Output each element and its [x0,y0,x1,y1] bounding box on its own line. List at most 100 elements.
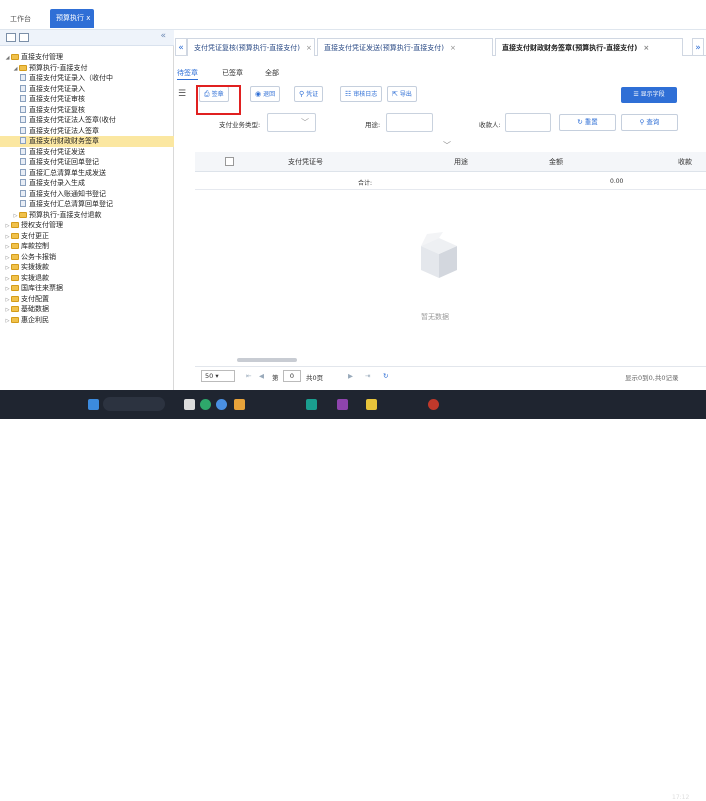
filter-bar: 支付业务类型: ﹀ 用途: 收款人: ↻ 重置 ⚲ 查询 [175,112,706,134]
sidebar-item[interactable]: 直接支付凭证回单登记 [0,157,174,168]
sidebar-item-label: 直接支付财政财务签章 [29,137,99,145]
audit-log-button[interactable]: ☷ 审核日志 [340,86,383,102]
sidebar-item[interactable]: ▷ 惠企利民 [0,315,174,326]
page-input[interactable]: 0 [283,370,301,382]
search-box[interactable] [103,397,165,411]
tab-scroll-right-icon[interactable]: » [692,38,704,56]
sidebar-item[interactable]: 直接支付凭证录入（收付中 [0,73,174,84]
app-icon[interactable] [428,399,439,410]
close-icon[interactable]: × [306,44,312,52]
page-label-post: 共0页 [306,374,324,382]
collapse-sidebar-icon[interactable]: « [160,31,166,41]
next-page-icon[interactable]: ▶ [348,372,353,380]
back-button[interactable]: ◉ 退回 [250,86,281,102]
page-icon [20,168,26,176]
collapse-all-icon[interactable] [19,33,29,42]
sidebar-item[interactable]: ▷ 支付更正 [0,231,174,242]
select-all-checkbox[interactable] [225,157,234,166]
status-tabs: 待签章 已签章 全部 [175,68,706,82]
close-icon[interactable]: × [643,44,649,52]
folder-icon[interactable] [234,399,245,410]
voucher-button[interactable]: ⚲ 凭证 [294,86,324,102]
sidebar-item[interactable]: ▷ 库款控制 [0,241,174,252]
reset-button[interactable]: ↻ 重置 [559,114,616,131]
pay-type-select[interactable]: ﹀ [267,113,316,132]
menu-toggle-icon[interactable]: ☰ [178,89,186,99]
app-icon[interactable] [306,399,317,410]
sidebar-item[interactable]: 直接支付凭证法人签章(收付 [0,115,174,126]
folder-icon [11,222,19,228]
sidebar-item[interactable]: 直接支付录入生成 [0,178,174,189]
tab-pending-sign[interactable]: 待签章 [177,68,198,80]
sidebar-item[interactable]: ▷ 实拨拨款 [0,262,174,273]
sidebar-item-label: 授权支付管理 [21,221,63,229]
tab-finance-sign[interactable]: 直接支付财政财务签章(预算执行-直接支付) × [495,38,683,56]
horizontal-scrollbar[interactable] [237,358,297,362]
sidebar-item[interactable]: 直接支付凭证审核 [0,94,174,105]
sidebar-item[interactable]: 直接支付凭证发送 [0,147,174,158]
pager: 50 ▾ ⇤ ◀ 第 0 共0页 ▶ ⇥ ↻ 显示0到0,共0记录 [195,366,706,384]
col-amount[interactable]: 金额 [549,157,563,167]
menu-tree: ◢ 直接支付管理 ◢ 预算执行-直接支付 直接支付凭证录入（收付中 直接支付凭证录入 直接支… [0,52,174,325]
collapsed-arrow-icon[interactable]: ▷ [4,316,11,327]
tab-voucher-send[interactable]: 直接支付凭证发送(预算执行-直接支付) × [317,38,493,56]
page-icon [20,200,26,207]
browser-icon[interactable] [200,399,211,410]
query-button[interactable]: ⚲ 查询 [621,114,678,131]
expand-all-icon[interactable] [6,33,16,42]
sidebar-item[interactable]: ▷ 实拨退款 [0,273,174,284]
sidebar-item-label: 直接支付凭证录入（收付中 [29,74,113,82]
tab-budget-exec[interactable]: 预算执行 x [50,9,94,28]
sidebar-item[interactable]: ◢ 预算执行-直接支付 [0,63,174,74]
close-icon[interactable]: x [86,14,90,22]
sidebar-item[interactable]: ▷ 公务卡报销 [0,252,174,263]
sidebar-item[interactable]: 直接支付凭证法人签章 [0,126,174,137]
col-voucher-no[interactable]: 支付凭证号 [288,157,323,167]
expand-filter-icon[interactable]: ﹀ [443,140,451,151]
export-button[interactable]: ⇱ 导出 [387,86,417,102]
app-icon[interactable] [337,399,348,410]
app-icon[interactable] [88,399,99,410]
sidebar-item-label: 支付配置 [21,294,49,303]
col-payee[interactable]: 收款 [678,157,692,167]
sidebar-item[interactable]: ▷ 支付配置 [0,294,174,305]
sidebar-item[interactable]: ▷ 基础数据 [0,304,174,315]
sidebar-item[interactable]: 直接汇总清算单生成发送 [0,168,174,179]
last-page-icon[interactable]: ⇥ [365,372,370,380]
sidebar-item[interactable]: ▷ 预算执行-直接支付退款 [0,210,174,221]
page-size-select[interactable]: 50 ▾ [201,370,235,382]
sidebar-item-label: 直接汇总清算单生成发送 [29,168,106,177]
refresh-icon[interactable]: ↻ [383,372,388,380]
file-icon[interactable] [184,399,195,410]
payee-input[interactable] [505,113,551,132]
close-icon[interactable]: × [450,44,456,52]
folder-icon [19,64,27,71]
tab-voucher-review[interactable]: 支付凭证复核(预算执行-直接支付) × [187,38,315,56]
tab-all[interactable]: 全部 [265,68,279,78]
sidebar-header: « [0,30,174,46]
browser-icon[interactable] [216,399,227,410]
tab-signed[interactable]: 已签章 [222,68,243,78]
sidebar-item[interactable]: 直接支付凭证复核 [0,105,174,116]
sidebar-item[interactable]: ▷ 授权支付管理 [0,220,174,231]
tab-workbench[interactable]: 工作台 [4,10,37,28]
voucher-button-label: 凭证 [306,91,319,98]
app-icon[interactable] [366,399,377,410]
sidebar-item[interactable]: 直接支付财政财务签章 [0,136,174,147]
sidebar-item[interactable]: ▷ 国库往来票据 [0,283,174,294]
sidebar-item[interactable]: 直接支付汇总清算回单登记 [0,199,174,210]
prev-page-icon[interactable]: ◀ [259,372,264,380]
first-page-icon[interactable]: ⇤ [246,372,251,380]
page-icon [20,105,26,113]
chevron-down-icon: ﹀ [301,118,309,127]
return-icon: ◉ [255,90,262,98]
show-fields-button[interactable]: ☰ 显示字段 [621,87,677,103]
usage-input[interactable] [386,113,433,132]
tab-voucher-review-label: 支付凭证复核(预算执行-直接支付) [194,44,300,52]
sidebar-item[interactable]: ◢ 直接支付管理 [0,52,174,63]
page-size-value: 50 [205,372,214,380]
sidebar-item[interactable]: 直接支付凭证录入 [0,84,174,95]
page-icon [20,179,26,186]
sidebar-item[interactable]: 直接支付入账通知书登记 [0,189,174,200]
col-usage[interactable]: 用途 [454,157,468,167]
